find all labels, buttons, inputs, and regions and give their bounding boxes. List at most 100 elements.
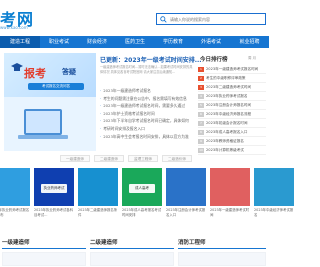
section-box (2, 252, 86, 266)
card-plate: 成人高考 (129, 184, 155, 193)
category-tabs: 一级建造师 二级建造师 监理工程师 二级造价师 (60, 155, 198, 163)
tab-supervisor[interactable]: 监理工程师 (128, 155, 158, 162)
search-box[interactable] (156, 13, 266, 25)
graduation-cap-icon (11, 63, 23, 71)
news-item[interactable]: 2023年下半年自学考试报名时间已确定，具体如何 (100, 117, 196, 125)
nav-item-finance[interactable]: 财会经济 (78, 36, 116, 48)
tab-cost-engineer[interactable]: 二级造价师 (162, 155, 192, 162)
ranking-tabs[interactable]: 周 月 (248, 56, 256, 61)
card-caption: 2023年二级建造师报名条件 (78, 208, 118, 217)
banner-subtitle: 考试报名交流问答 (28, 83, 84, 90)
rank-number: 9 (198, 138, 204, 144)
nav-item-medical[interactable]: 医药卫生 (116, 36, 154, 48)
card-caption: 2023年成人高考报名考试时间安排 (122, 208, 162, 217)
ranking-item[interactable]: 10 2023年计算机等级考试 (198, 146, 266, 155)
ranking-item-label: 2023年二级建造师考试时间 (206, 85, 252, 89)
search-icon[interactable] (160, 16, 167, 23)
site-logo[interactable]: 考网 www.kao.com (0, 6, 80, 30)
ranking-item[interactable]: 6 2023年中级经济师报名流程 (198, 110, 266, 119)
news-item[interactable]: 2023年护士资格考试报名时间 (100, 110, 196, 118)
promo-banner[interactable]: 报考 答疑 考试报名交流问答 (4, 53, 96, 151)
card-image (210, 168, 250, 206)
ranking-item[interactable]: 5 2023年注册会计师报名时间 (198, 101, 266, 110)
news-item[interactable]: 2023年高中生会考报名时间安排，具体以官方为准 (100, 133, 196, 141)
news-item[interactable]: 考研时间安排及报名入口 (100, 125, 196, 133)
ranking-item[interactable]: 2 考生的中级职称评审政策 (198, 74, 266, 83)
card-image (254, 168, 294, 206)
banner-title-secondary: 答疑 (62, 68, 76, 76)
ranking-item-label: 2023年一级建造师考试报名时间 (206, 67, 259, 71)
laptop-illustration (24, 109, 62, 135)
ranking-panel: 今日排行榜 周 月 1 2023年一级建造师考试报名时间 2 考生的中级职称评审政策… (198, 53, 266, 167)
rank-number: 7 (198, 120, 204, 126)
section-title[interactable]: 一级建造师 (2, 238, 30, 246)
section-divider (178, 248, 266, 249)
nav-item-jobs[interactable]: 就业招聘 (230, 36, 269, 48)
news-headline[interactable]: 已更新：2023年一级考试时间安排... (100, 55, 202, 64)
rank-number: 10 (198, 147, 204, 153)
nav-item-construction[interactable]: 建造工程 (0, 36, 40, 48)
news-list: 2023年一级建造师考试报名 考生的问题需注意在公告中，报名需填写有效信息 20… (100, 87, 196, 140)
tab-second-builder[interactable]: 二级建造师 (94, 155, 124, 162)
ranking-item-label: 2023年教师资格证报名 (206, 139, 244, 143)
search-input[interactable] (170, 14, 264, 24)
news-panel: 已更新：2023年一级考试时间安排... 一级建造师考试报名时间…暂时无法确认…… (100, 53, 202, 151)
ranking-list: 1 2023年一级建造师考试报名时间 2 考生的中级职称评审政策 3 2023年二级建… (198, 65, 266, 155)
ranking-item-label: 2023年中级经济师报名流程 (206, 112, 252, 116)
card-image (166, 168, 206, 206)
section-box (90, 252, 174, 266)
card-image (78, 168, 118, 206)
rank-number: 2 (198, 75, 204, 81)
ranking-item[interactable]: 7 2023年初级会计报名时间 (198, 119, 266, 128)
article-card[interactable]: 2023年二级建造师报名条件 (78, 168, 118, 223)
ranking-item-label: 2023年计算机等级考试 (206, 148, 244, 152)
rank-number: 5 (198, 102, 204, 108)
article-card[interactable]: 2023年一级建造师考试时间 (210, 168, 250, 223)
card-caption: 2023年注册会计师考试报名入口 (166, 208, 206, 217)
news-item[interactable]: 考生的问题需注意在公告中，报名需填写有效信息 (100, 95, 196, 103)
rank-number: 8 (198, 129, 204, 135)
tab-first-builder[interactable]: 一级建造师 (60, 155, 90, 162)
card-image: 执业药师考试 (34, 168, 74, 206)
card-image (0, 168, 30, 206)
section-divider (90, 248, 174, 249)
card-caption: 2023年执业药师考试报名时间公布 (0, 208, 30, 217)
rank-number: 6 (198, 111, 204, 117)
ranking-item-label: 2023年执业药师考试报名 (206, 94, 248, 98)
nav-item-language[interactable]: 外语考试 (192, 36, 230, 48)
main-nav: 建造工程 职业考试 财会经济 医药卫生 学历教育 外语考试 就业招聘 (0, 36, 269, 48)
nav-item-education[interactable]: 学历教育 (154, 36, 192, 48)
rank-number: 4 (198, 93, 204, 99)
nav-item-professional[interactable]: 职业考试 (40, 36, 78, 48)
ranking-item[interactable]: 1 2023年一级建造师考试报名时间 (198, 65, 266, 74)
news-item[interactable]: 2023年一级建造师考试报名 (100, 87, 196, 95)
card-image: 成人高考 (122, 168, 162, 206)
laptop-base-illustration (18, 135, 68, 139)
news-item[interactable]: 2023年一级建造师考试报名时间，需要多久通过 (100, 102, 196, 110)
article-card[interactable]: 2023年中级经济师考试报名 (254, 168, 294, 223)
card-strip: 2023年执业药师考试报名时间公布 执业药师考试 2023年执业药师考试各科目考… (0, 168, 294, 230)
ranking-item-label: 2023年初级会计报名时间 (206, 121, 248, 125)
article-card[interactable]: 成人高考 2023年成人高考报名考试时间安排 (122, 168, 162, 223)
article-card[interactable]: 2023年注册会计师考试报名入口 (166, 168, 206, 223)
logo-subtext: www.kao.com (0, 25, 28, 30)
ranking-item[interactable]: 3 2023年二级建造师考试时间 (198, 83, 266, 92)
ranking-item-label: 2023年注册会计师报名时间 (206, 103, 252, 107)
ranking-title: 今日排行榜 (200, 57, 228, 63)
article-card[interactable]: 2023年执业药师考试报名时间公布 (0, 168, 30, 223)
banner-background (4, 53, 96, 97)
ranking-item[interactable]: 8 2023年成人高考报名入口 (198, 128, 266, 137)
card-caption: 2023年中级经济师考试报名 (254, 208, 294, 217)
section-title[interactable]: 二级建造师 (90, 238, 118, 246)
card-plate: 执业药师考试 (41, 184, 67, 193)
section-divider (2, 248, 86, 249)
ranking-item[interactable]: 4 2023年执业药师考试报名 (198, 92, 266, 101)
card-caption: 2023年一级建造师考试时间 (210, 208, 250, 217)
rank-number: 1 (198, 66, 204, 72)
ranking-item[interactable]: 9 2023年教师资格证报名 (198, 137, 266, 146)
section-title[interactable]: 消防工程师 (178, 238, 206, 246)
card-caption: 2023年执业药师考试各科目考试... (34, 208, 74, 217)
article-card[interactable]: 执业药师考试 2023年执业药师考试各科目考试... (34, 168, 74, 223)
ranking-item-label: 考生的中级职称评审政策 (206, 76, 246, 80)
section-box (178, 252, 266, 266)
